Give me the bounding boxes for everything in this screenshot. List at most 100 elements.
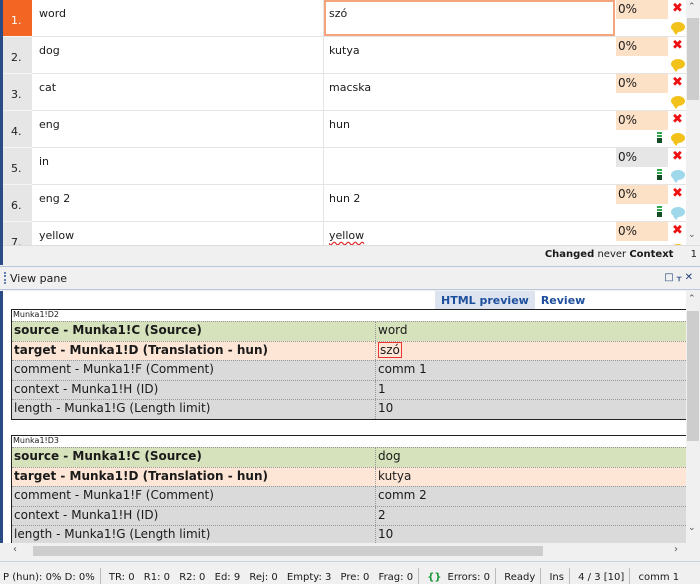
row-number[interactable]: 2. (3, 37, 32, 74)
maximize-icon[interactable]: □ (664, 272, 676, 283)
target-cell[interactable]: yellow (324, 222, 615, 245)
tab-review[interactable]: Review (535, 291, 592, 310)
target-cell[interactable] (324, 148, 615, 185)
cell-reference: Munka1!D2 (12, 310, 686, 321)
grid-vertical-scrollbar[interactable]: ⌃ ⌄ (686, 0, 700, 245)
scroll-up-icon[interactable]: ⌃ (688, 2, 696, 12)
segment-row[interactable]: 7. yellow yellow 0% ✖ (3, 222, 686, 245)
field-row-tgt: target - Munka1!D (Translation - hun) szó (12, 340, 686, 360)
target-cell[interactable]: kutya (324, 37, 615, 74)
length-bars-icon (657, 132, 662, 146)
match-percent: 0% (616, 185, 668, 204)
scroll-left-icon[interactable]: ‹ (13, 544, 17, 555)
status-cell (616, 204, 668, 222)
scroll-right-icon[interactable]: › (674, 544, 678, 555)
segment-row[interactable]: 4. eng hun 0% ✖ (3, 111, 686, 148)
scroll-up-icon[interactable]: ⌃ (688, 294, 696, 304)
source-text: dog (39, 44, 60, 57)
source-cell[interactable]: word (32, 0, 324, 37)
match-percent: 0% (616, 0, 668, 19)
status-cell (616, 19, 668, 37)
changed-value: never (597, 249, 627, 260)
comment-bubble-icon[interactable] (671, 170, 685, 183)
field-value: word (378, 323, 408, 337)
tab-html-preview[interactable]: HTML preview (435, 291, 535, 310)
view-pane-vertical-scrollbar[interactable]: ⌃ ⌄ (686, 291, 700, 543)
row-number[interactable]: 1. (3, 0, 32, 37)
comment-bubble-icon[interactable] (671, 59, 685, 72)
preview-block: Munka1!D2 source - Munka1!C (Source) word t… (11, 309, 686, 420)
scroll-down-icon[interactable]: ⌄ (688, 230, 696, 240)
view-pane-horizontal-scrollbar[interactable]: ‹ › (3, 543, 686, 559)
source-cell[interactable]: in (32, 148, 324, 185)
segment-row[interactable]: 2. dog kutya 0% ✖ (3, 37, 686, 74)
source-cell[interactable]: cat (32, 74, 324, 111)
comment-bubble-icon[interactable] (671, 22, 685, 35)
field-value: 10 (378, 401, 394, 415)
grid-scroll-thumb[interactable] (687, 18, 699, 100)
comment-bubble-icon[interactable] (671, 133, 685, 146)
source-cell[interactable]: yellow (32, 222, 324, 245)
field-value: kutya (378, 468, 412, 483)
row-number[interactable]: 4. (3, 111, 32, 148)
target-cell[interactable]: hun (324, 111, 615, 148)
view-pane-header: View pane □ᚁ✕ (0, 266, 700, 290)
field-value: comm 2 (378, 488, 427, 502)
target-cell[interactable]: hun 2 (324, 185, 615, 222)
field-key: comment - Munka1!F (Comment) (12, 487, 376, 506)
source-cell[interactable]: eng 2 (32, 185, 324, 222)
reject-icon[interactable]: ✖ (669, 185, 686, 204)
length-bars-icon (657, 169, 662, 183)
row-number[interactable]: 3. (3, 74, 32, 111)
source-cell[interactable]: dog (32, 37, 324, 74)
segment-position: 4 / 3 [10] (578, 572, 625, 583)
segment-rows: 1. word szó 0% ✖ 2. dog kutya 0% ✖ 3. cat macska 0% ✖ 4… (3, 0, 686, 245)
row-number[interactable]: 6. (3, 185, 32, 222)
segment-grid: 1. word szó 0% ✖ 2. dog kutya 0% ✖ 3. cat macska 0% ✖ 4… (0, 0, 700, 265)
segment-row[interactable]: 5. in 0% ✖ (3, 148, 686, 185)
field-row-src: source - Munka1!C (Source) dog (12, 447, 686, 467)
pin-icon[interactable]: ᚁ (677, 272, 685, 283)
segment-row[interactable]: 1. word szó 0% ✖ (3, 0, 686, 37)
target-text: hun 2 (329, 192, 361, 205)
view-pane-title: View pane (10, 272, 68, 285)
match-percent: 0% (616, 148, 668, 167)
r2-count: R2: 0 (179, 572, 206, 583)
insert-mode[interactable]: Ins (546, 572, 567, 583)
horizontal-scroll-thumb[interactable] (33, 546, 543, 556)
comment-bubble-icon[interactable] (671, 207, 685, 220)
target-text: kutya (329, 44, 360, 57)
reject-icon[interactable]: ✖ (669, 0, 686, 19)
errors-count[interactable]: Errors: 0 (445, 572, 494, 583)
reject-icon[interactable]: ✖ (669, 111, 686, 130)
field-key: context - Munka1!H (ID) (12, 380, 376, 399)
drag-grip-icon[interactable] (4, 272, 6, 284)
rej-count: Rej: 0 (249, 572, 278, 583)
target-value[interactable]: szó (378, 341, 402, 358)
source-text: in (39, 155, 50, 168)
segment-row[interactable]: 3. cat macska 0% ✖ (3, 74, 686, 111)
reject-icon[interactable]: ✖ (669, 74, 686, 93)
source-cell[interactable]: eng (32, 111, 324, 148)
target-text: hun (329, 118, 350, 131)
reject-icon[interactable]: ✖ (669, 222, 686, 241)
field-row-oth: comment - Munka1!F (Comment) comm 2 (12, 486, 686, 506)
target-cell[interactable]: macska (324, 74, 615, 111)
close-icon[interactable]: ✕ (685, 272, 696, 283)
target-cell[interactable]: szó (324, 0, 615, 36)
length-bars-icon (657, 206, 662, 220)
tr-count: TR: 0 (108, 572, 135, 583)
reject-icon[interactable]: ✖ (669, 148, 686, 167)
source-text: yellow (39, 229, 75, 242)
match-percent: 0% (616, 111, 668, 130)
field-row-oth: length - Munka1!G (Length limit) 10 (12, 525, 686, 543)
reject-icon[interactable]: ✖ (669, 37, 686, 56)
view-pane-scroll-thumb[interactable] (687, 311, 699, 441)
segment-row[interactable]: 6. eng 2 hun 2 0% ✖ (3, 185, 686, 222)
scroll-down-icon[interactable]: ⌄ (688, 523, 696, 533)
row-number[interactable]: 5. (3, 148, 32, 185)
field-row-oth: comment - Munka1!F (Comment) comm 1 (12, 360, 686, 380)
row-number[interactable]: 7. (3, 222, 32, 245)
comment-bubble-icon[interactable] (671, 96, 685, 109)
field-row-oth: context - Munka1!H (ID) 1 (12, 379, 686, 399)
